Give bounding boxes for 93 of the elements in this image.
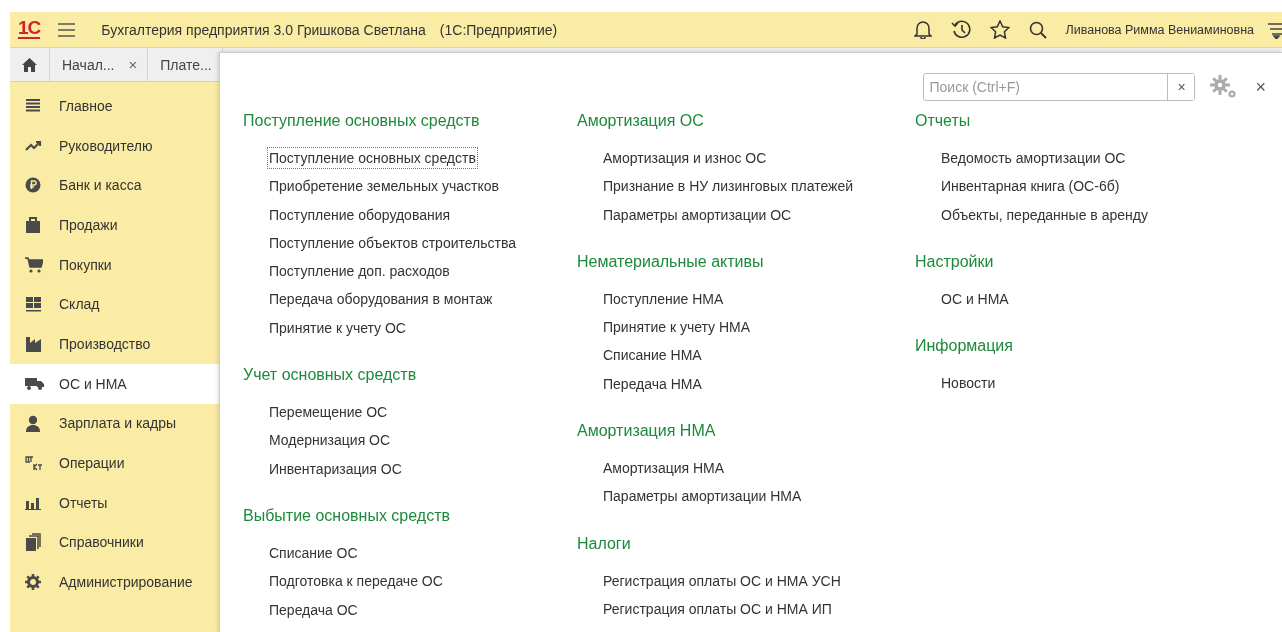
sidebar-item[interactable]: Администрирование xyxy=(10,562,219,602)
sidebar-label: Отчеты xyxy=(59,494,108,511)
funnel-menu-icon[interactable] xyxy=(1268,20,1282,39)
menu-link[interactable]: Приобретение земельных участков xyxy=(267,175,501,198)
menu-link[interactable]: Поступление оборудования xyxy=(267,203,453,226)
sidebar-item[interactable]: Главное xyxy=(10,86,219,126)
section-heading: Выбытие основных средств xyxy=(243,505,451,526)
factory-icon xyxy=(25,335,42,352)
sidebar-label: Покупки xyxy=(59,256,112,273)
sidebar-label: Операции xyxy=(59,455,125,472)
sidebar-label: Администрирование xyxy=(59,574,193,591)
menu-link[interactable]: Ведомость амортизации ОС xyxy=(939,147,1128,169)
section-heading: Амортизация ОС xyxy=(577,111,705,131)
app-logo[interactable]: 1С xyxy=(18,20,41,39)
bell-icon[interactable] xyxy=(913,20,932,39)
menu-link[interactable]: Амортизация и износ ОС xyxy=(601,147,769,169)
cart-icon xyxy=(25,256,43,273)
menu-link[interactable]: Поступление НМА xyxy=(601,287,726,310)
blocks-icon xyxy=(25,296,42,313)
menu-link[interactable]: Принятие к учету НМА xyxy=(601,316,753,339)
menu-link[interactable]: Подготовка к передаче ОС xyxy=(267,570,445,593)
menu-link[interactable]: Признание в НУ лизинговых платежей xyxy=(601,175,856,198)
menu-link[interactable]: Передача НМА xyxy=(601,372,704,395)
trend-icon xyxy=(25,139,43,152)
sidebar-item[interactable]: Операции xyxy=(10,443,219,483)
section-heading: Амортизация НМА xyxy=(577,421,717,442)
sidebar-label: Руководителю xyxy=(59,137,153,154)
sidebar-label: Зарплата и кадры xyxy=(59,415,177,432)
menu-link[interactable]: Поступление объектов строительства xyxy=(267,231,519,254)
user-name[interactable]: Ливанова Римма Вениаминовна xyxy=(1065,22,1254,37)
sidebar-item[interactable]: Зарплата и кадры xyxy=(10,403,219,444)
menu-link[interactable]: Передача оборудования в монтаж xyxy=(267,288,495,311)
menu-link[interactable]: Параметры амортизации ОС xyxy=(601,203,794,226)
gear-icon xyxy=(25,574,41,591)
menu-link[interactable]: Объекты, переданные в аренду xyxy=(939,203,1150,226)
menu-link[interactable]: Поступление доп. расходов xyxy=(267,260,452,283)
menu-link[interactable]: Поступление основных средств xyxy=(267,147,478,169)
search-field[interactable]: Поиск (Ctrl+F) × xyxy=(923,73,1196,101)
sidebar-item[interactable]: ОС и НМА xyxy=(10,363,219,404)
section-heading: Настройки xyxy=(915,251,995,272)
star-icon[interactable] xyxy=(989,20,1010,39)
section-heading: Налоги xyxy=(577,533,632,554)
menu-link[interactable]: Списание ОС xyxy=(267,541,360,564)
menu-link[interactable]: Амортизация НМА xyxy=(601,457,727,480)
menu-link[interactable]: Принятие к учету ОС xyxy=(267,316,408,339)
home-icon xyxy=(22,57,37,72)
sidebar-item[interactable]: Продажи xyxy=(10,205,219,245)
truck-icon xyxy=(25,377,44,391)
sidebar-item[interactable]: Руководителю xyxy=(10,125,219,166)
person-icon xyxy=(25,414,41,432)
menu-link[interactable]: Модернизация ОС xyxy=(267,429,393,452)
sidebar-label: Продажи xyxy=(59,216,118,233)
sidebar-item[interactable]: Склад xyxy=(10,284,219,325)
menu-link[interactable]: Регистрация оплаты ОС и НМА ИП xyxy=(601,597,834,620)
section-heading: Нематериальные активы xyxy=(577,251,765,272)
menu-link[interactable]: Инвентарная книга (ОС-6б) xyxy=(939,175,1122,198)
books-icon xyxy=(25,533,41,552)
sidebar-label: Главное xyxy=(59,97,113,114)
clear-button[interactable]: × xyxy=(1167,74,1195,100)
menu-link[interactable]: Передача ОС xyxy=(267,598,360,621)
section-heading: Учет основных средств xyxy=(243,365,418,386)
search-icon[interactable] xyxy=(1028,20,1047,39)
menu-link[interactable]: Списание НМА xyxy=(601,344,704,367)
section-heading: Отчеты xyxy=(915,111,972,131)
sidebar-item[interactable]: Справочники xyxy=(10,522,219,563)
bar-chart-icon xyxy=(25,495,41,510)
sidebar-item[interactable]: Производство xyxy=(10,324,219,364)
menu-link[interactable]: ОС и НМА xyxy=(939,287,1011,310)
ruble-icon xyxy=(25,177,41,194)
menu-link[interactable]: Параметры амортизации НМА xyxy=(601,485,804,508)
sidebar-label: Справочники xyxy=(59,534,144,551)
bag-icon xyxy=(25,216,41,234)
tab-close-button[interactable]: × xyxy=(128,56,138,73)
sidebar-item[interactable]: Банк и касса xyxy=(10,165,219,206)
section-heading: Информация xyxy=(915,336,1014,357)
section-heading: Поступление основных средств xyxy=(243,111,481,131)
sidebar-item[interactable]: Отчеты xyxy=(10,482,219,523)
window-title: Бухгалтерия предприятия 3.0 Гришкова Светлана xyxy=(101,21,426,38)
menu-link[interactable]: Инвентаризация ОС xyxy=(267,457,404,480)
sidebar-label: Производство xyxy=(59,335,151,352)
menu-icon[interactable] xyxy=(58,22,76,37)
app-name: (1С:Предприятие) xyxy=(439,21,558,38)
sidebar-label: Банк и касса xyxy=(59,177,142,194)
history-icon[interactable] xyxy=(950,20,971,39)
sidebar-label: Склад xyxy=(59,296,100,313)
menu-link[interactable]: Новости xyxy=(939,372,998,395)
menu-link[interactable]: Регистрация оплаты ОС и НМА УСН xyxy=(601,569,843,592)
list-icon xyxy=(25,98,41,113)
menu-link[interactable]: Перемещение ОС xyxy=(267,401,390,424)
ledger-icon xyxy=(25,455,42,472)
sidebar-item[interactable]: Покупки xyxy=(10,244,219,285)
sidebar-label: ОС и НМА xyxy=(59,375,127,392)
close-button[interactable]: × xyxy=(1255,76,1266,98)
